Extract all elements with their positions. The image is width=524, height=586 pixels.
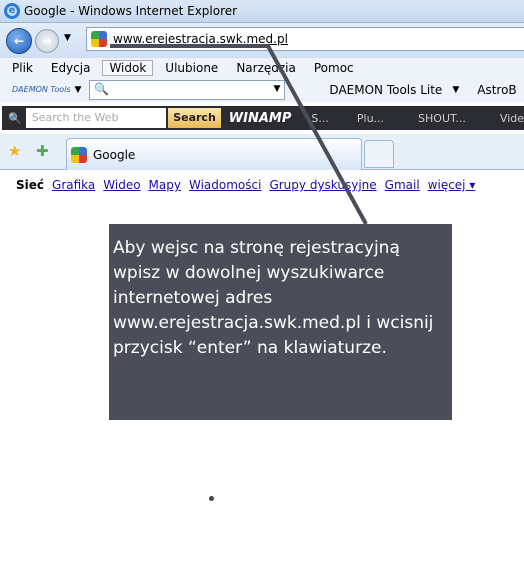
instruction-callout: Aby wejsc na stronę rejestracyjną wpisz …: [109, 224, 452, 420]
dot: [209, 496, 214, 501]
